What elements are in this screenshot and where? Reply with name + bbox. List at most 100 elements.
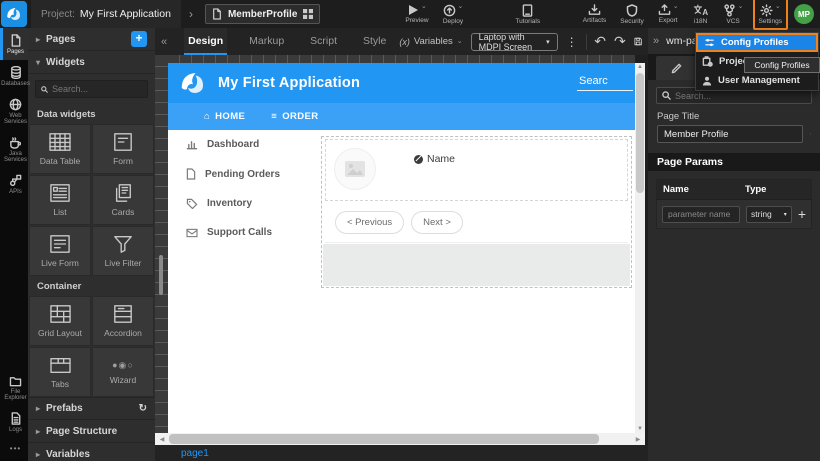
param-type-select[interactable]: string ▾ xyxy=(746,206,792,223)
menu-item-dashboard[interactable]: Dashboard xyxy=(168,130,308,159)
scroll-left-icon[interactable]: ◀ xyxy=(157,436,167,443)
redo-icon[interactable]: ↷ xyxy=(614,33,626,50)
grid-layout-icon xyxy=(49,304,72,324)
config-profiles-tooltip: Config Profiles xyxy=(744,57,820,73)
chevron-down-icon: ▾ xyxy=(784,211,787,218)
add-param-button[interactable]: + xyxy=(798,206,806,222)
widget-tile-cards[interactable]: Cards xyxy=(92,175,154,225)
param-name-input[interactable] xyxy=(662,206,740,223)
sidebar-item-label: File Explorer xyxy=(3,389,28,401)
open-page-tab[interactable]: page1 xyxy=(181,448,209,459)
name-label: Name xyxy=(427,153,455,165)
widget-tile-live-form[interactable]: Live Form xyxy=(29,226,91,276)
globe-icon xyxy=(9,98,22,111)
security-button[interactable]: Security xyxy=(613,0,650,28)
horizontal-scroll-thumb[interactable] xyxy=(169,434,599,444)
collapse-left-panel-icon[interactable]: « xyxy=(155,36,175,48)
nav-item-order[interactable]: ≡ ORDER xyxy=(271,111,318,122)
vcs-button[interactable]: ⌄ VCS xyxy=(716,0,751,28)
wavemaker-logo[interactable] xyxy=(1,1,27,27)
variables-section-header[interactable]: ▸ Variables xyxy=(28,443,155,461)
widget-tile-form[interactable]: Form xyxy=(92,124,154,174)
project-breadcrumb[interactable]: Project: My First Application xyxy=(31,0,181,28)
tab-script[interactable]: Script xyxy=(306,28,341,55)
properties-search-input[interactable] xyxy=(675,91,795,101)
widget-search-input[interactable] xyxy=(52,84,142,94)
i18n-button[interactable]: A i18N xyxy=(686,0,716,28)
scroll-up-icon[interactable]: ▲ xyxy=(635,64,645,70)
name-field[interactable]: Name xyxy=(414,152,455,166)
sidebar-more-button[interactable]: ••• xyxy=(0,438,28,461)
scroll-right-icon[interactable]: ▶ xyxy=(633,436,643,443)
previous-button[interactable]: < Previous xyxy=(335,211,404,234)
kebab-menu-icon[interactable]: ⋮ xyxy=(566,35,578,49)
save-icon[interactable] xyxy=(634,35,642,48)
prefabs-section-label: Prefabs xyxy=(46,403,83,414)
page-params-header: Page Params xyxy=(648,153,820,171)
canvas-horizontal-scrollbar[interactable]: ◀ ▶ xyxy=(155,433,645,445)
user-icon xyxy=(702,76,712,86)
device-select[interactable]: Laptop with MDPI Screen ▾ xyxy=(471,33,558,51)
widget-tile-live-filter[interactable]: Live Filter xyxy=(92,226,154,276)
sidebar-item-web-services[interactable]: Web Services xyxy=(0,92,28,130)
sidebar-item-java-services[interactable]: Java Services xyxy=(0,130,28,168)
page-structure-section-header[interactable]: ▸ Page Structure xyxy=(28,420,155,443)
deploy-button[interactable]: ⌄ Deploy xyxy=(436,0,471,28)
sidebar-item-databases[interactable]: Databases xyxy=(0,60,28,92)
menu-item-user-management[interactable]: User Management xyxy=(696,71,818,90)
menu-item-pending-orders[interactable]: Pending Orders xyxy=(168,159,308,189)
menu-item-inventory[interactable]: Inventory xyxy=(168,189,308,218)
preview-search-input[interactable]: Searc xyxy=(577,75,633,91)
page-title-input[interactable] xyxy=(657,125,803,143)
list-item-card[interactable]: Name xyxy=(325,139,628,201)
nav-item-home[interactable]: ⌂ HOME xyxy=(204,111,245,122)
sidebar-item-file-explorer[interactable]: File Explorer xyxy=(0,370,28,406)
add-page-button[interactable]: + xyxy=(131,31,147,47)
user-avatar[interactable]: MP xyxy=(794,4,814,24)
sidebar-item-logs[interactable]: Logs xyxy=(0,406,28,438)
widget-tile-grid-layout[interactable]: Grid Layout xyxy=(29,296,91,346)
tab-style[interactable]: Style xyxy=(359,28,390,55)
tab-design[interactable]: Design xyxy=(184,28,227,55)
menu-item-support-calls[interactable]: Support Calls xyxy=(168,218,308,247)
list-widget-container[interactable]: Name < Previous Next > xyxy=(321,136,632,288)
deploy-rocket-icon xyxy=(443,4,456,17)
widgets-section-header[interactable]: ▾ Widgets xyxy=(28,51,155,74)
next-button[interactable]: Next > xyxy=(411,211,463,234)
coffee-cup-icon xyxy=(9,136,22,149)
preview-button[interactable]: ⌄ Preview xyxy=(398,0,435,28)
scroll-down-icon[interactable]: ▼ xyxy=(635,426,645,432)
vertical-scroll-thumb[interactable] xyxy=(636,73,644,193)
export-button[interactable]: ⌄ Export xyxy=(651,0,686,28)
horizontal-ruler xyxy=(168,55,635,63)
page-selector-dropdown[interactable]: MemberProfile xyxy=(205,4,320,24)
pages-section-header[interactable]: ▸ Pages + xyxy=(28,28,155,51)
page-title-label: Page Title xyxy=(657,111,811,122)
sidebar-item-apis[interactable]: APIs xyxy=(0,168,28,200)
widget-tile-tabs[interactable]: Tabs xyxy=(29,347,91,397)
artifacts-button[interactable]: Artifacts xyxy=(576,0,613,28)
edit-tab[interactable] xyxy=(656,56,696,80)
data-table-icon xyxy=(48,132,72,152)
caret-down-icon: ⌄ xyxy=(458,4,464,10)
menu-item-config-profiles[interactable]: Config Profiles xyxy=(696,33,818,52)
widget-tile-accordion[interactable]: Accordion xyxy=(92,296,154,346)
sidebar-item-pages[interactable]: Pages xyxy=(0,28,28,60)
tab-markup[interactable]: Markup xyxy=(245,28,288,55)
live-filter-funnel-icon xyxy=(112,234,134,254)
prefabs-section-header[interactable]: ▸ Prefabs ↻ xyxy=(28,397,155,420)
refresh-icon[interactable]: ↻ xyxy=(139,403,147,414)
widget-tile-wizard[interactable]: ●◉○ Wizard xyxy=(92,347,154,397)
data-widgets-title: Data widgets xyxy=(28,104,155,124)
variables-dropdown-button[interactable]: (x) Variables ⌄ xyxy=(399,36,462,47)
widget-tile-list[interactable]: List xyxy=(29,175,91,225)
widget-tile-data-table[interactable]: Data Table xyxy=(29,124,91,174)
tutorials-button[interactable]: Tutorials xyxy=(508,0,547,28)
tutorials-book-icon xyxy=(522,4,533,17)
expand-right-panel-icon[interactable]: » xyxy=(653,35,659,47)
settings-button[interactable]: ⌄ Settings xyxy=(755,0,787,28)
canvas-vertical-scrollbar[interactable]: ▲ ▼ xyxy=(635,63,645,433)
ruler-scroll-thumb[interactable] xyxy=(159,255,163,295)
bind-link-icon[interactable] xyxy=(810,128,811,140)
undo-icon[interactable]: ↶ xyxy=(594,33,606,50)
